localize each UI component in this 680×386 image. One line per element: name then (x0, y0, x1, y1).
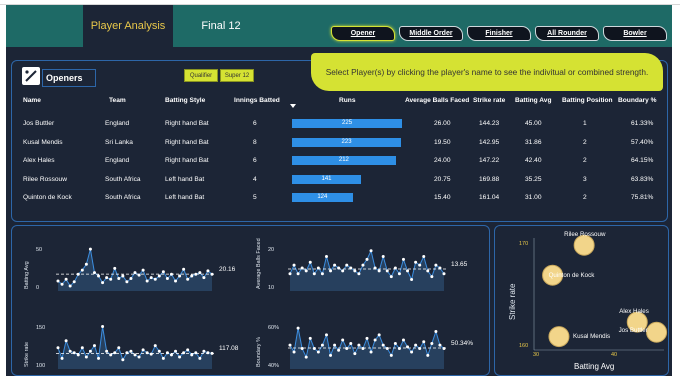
scatter-bubble[interactable] (573, 234, 595, 256)
scatter-point-label: Alex Hales (619, 308, 649, 316)
scatter-bubble[interactable] (646, 321, 668, 343)
scatter-point-label: Quinton de Kock (548, 272, 595, 280)
scatter-svg (533, 234, 668, 351)
scatter-point-label: Rilee Rossouw (564, 231, 606, 239)
scatter-ytick: 170 (519, 241, 529, 247)
scatter-ylabel: Strike rate (508, 283, 517, 320)
footer-strip (0, 376, 680, 386)
scatter-xtick: 30 (533, 352, 540, 358)
scatter-point-label: Kusal Mendis (572, 332, 611, 340)
scatter-xlabel: Batting Avg (574, 362, 615, 371)
dashboard: Player Analysis Final 12 Opener Middle O… (6, 5, 672, 376)
scatter-point-label: Jos Buttler (618, 327, 648, 335)
scatter-bubble[interactable] (548, 326, 570, 348)
scatter-ytick: 160 (519, 343, 529, 349)
scatter-xtick: 40 (611, 352, 618, 358)
